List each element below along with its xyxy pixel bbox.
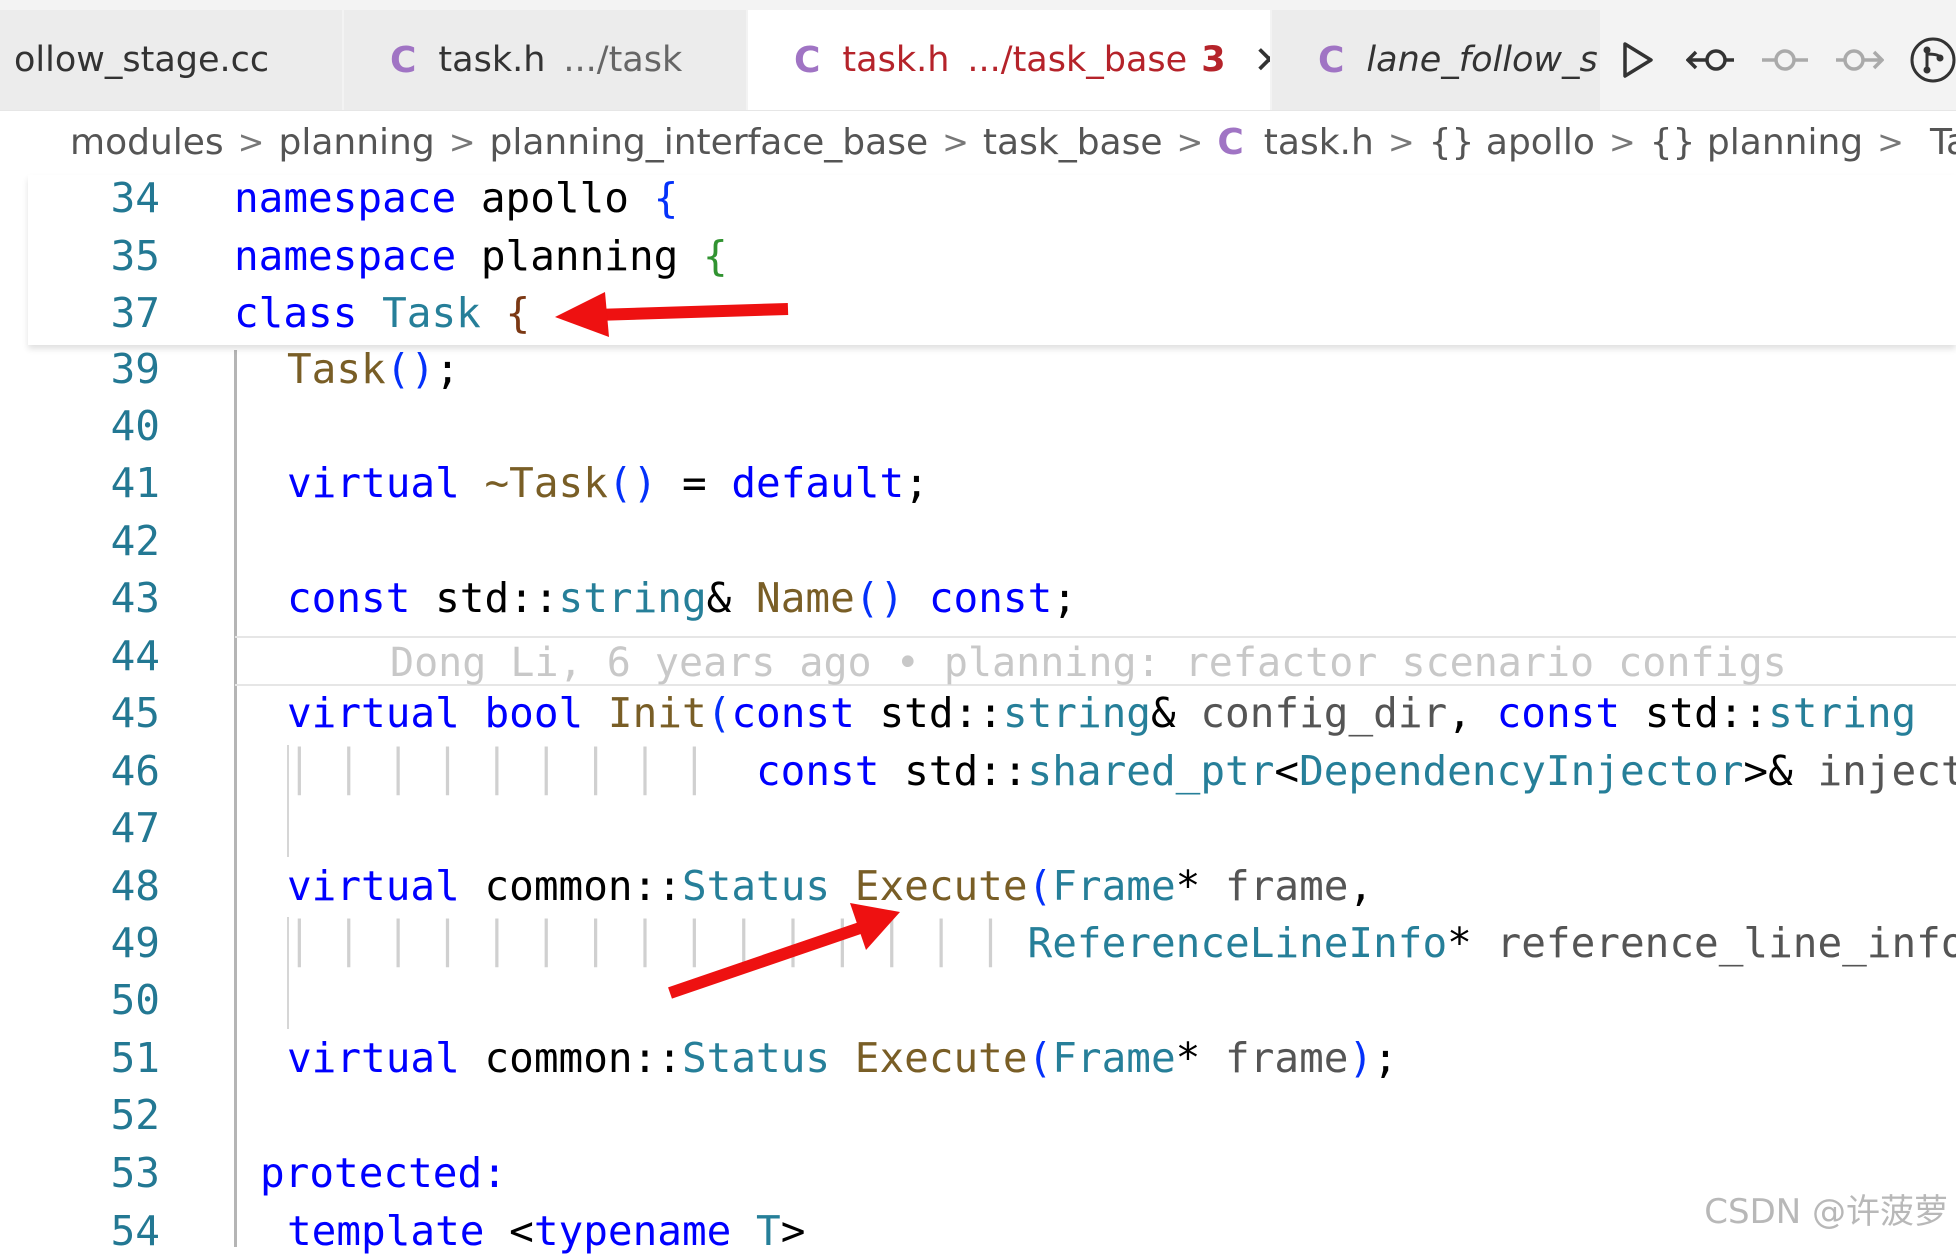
watermark: CSDN @许菠萝 [1704, 1192, 1948, 1232]
code-line: namespace apollo { [234, 174, 679, 222]
code-line: class Task { [234, 289, 531, 337]
line-number: 41 [110, 459, 160, 507]
line-number: 35 [110, 232, 160, 280]
code-line: │ │ │ │ │ │ │ │ │ const std::shared_ptr<… [287, 747, 1956, 795]
line-number: 54 [110, 1207, 160, 1255]
line-number: 42 [110, 517, 160, 565]
line-number: 43 [110, 574, 160, 622]
line-number: 49 [110, 919, 160, 967]
line-number: 39 [110, 345, 160, 393]
line-number: 50 [110, 976, 160, 1024]
line-number: 52 [110, 1091, 160, 1139]
line-number: 53 [110, 1149, 160, 1197]
line-number: 48 [110, 862, 160, 910]
indent-guide [234, 350, 237, 1247]
line-number: 45 [110, 689, 160, 737]
code-line: virtual ~Task() = default; [287, 459, 929, 507]
line-number: 44 [110, 632, 160, 680]
code-line: protected: [260, 1149, 507, 1197]
code-line: const std::string& Name() const; [287, 574, 1077, 622]
line-number: 34 [110, 174, 160, 222]
code-line: namespace planning { [234, 232, 728, 280]
line-number: 37 [110, 289, 160, 337]
code-line: virtual common::Status Execute(Frame* fr… [287, 1034, 1398, 1082]
line-number: 51 [110, 1034, 160, 1082]
code-line: template <typename T> [287, 1207, 806, 1255]
line-number: 47 [110, 804, 160, 852]
line-number: 40 [110, 402, 160, 450]
git-blame-annotation: Dong Li, 6 years ago • planning: refacto… [235, 636, 1956, 686]
line-number: 46 [110, 747, 160, 795]
code-line: virtual common::Status Execute(Frame* fr… [287, 862, 1374, 910]
code-line: virtual bool Init(const std::string& con… [287, 689, 1917, 737]
code-line: Task(); [287, 345, 460, 393]
code-line: │ │ │ │ │ │ │ │ │ │ │ │ │ │ │ ReferenceL… [287, 919, 1956, 967]
